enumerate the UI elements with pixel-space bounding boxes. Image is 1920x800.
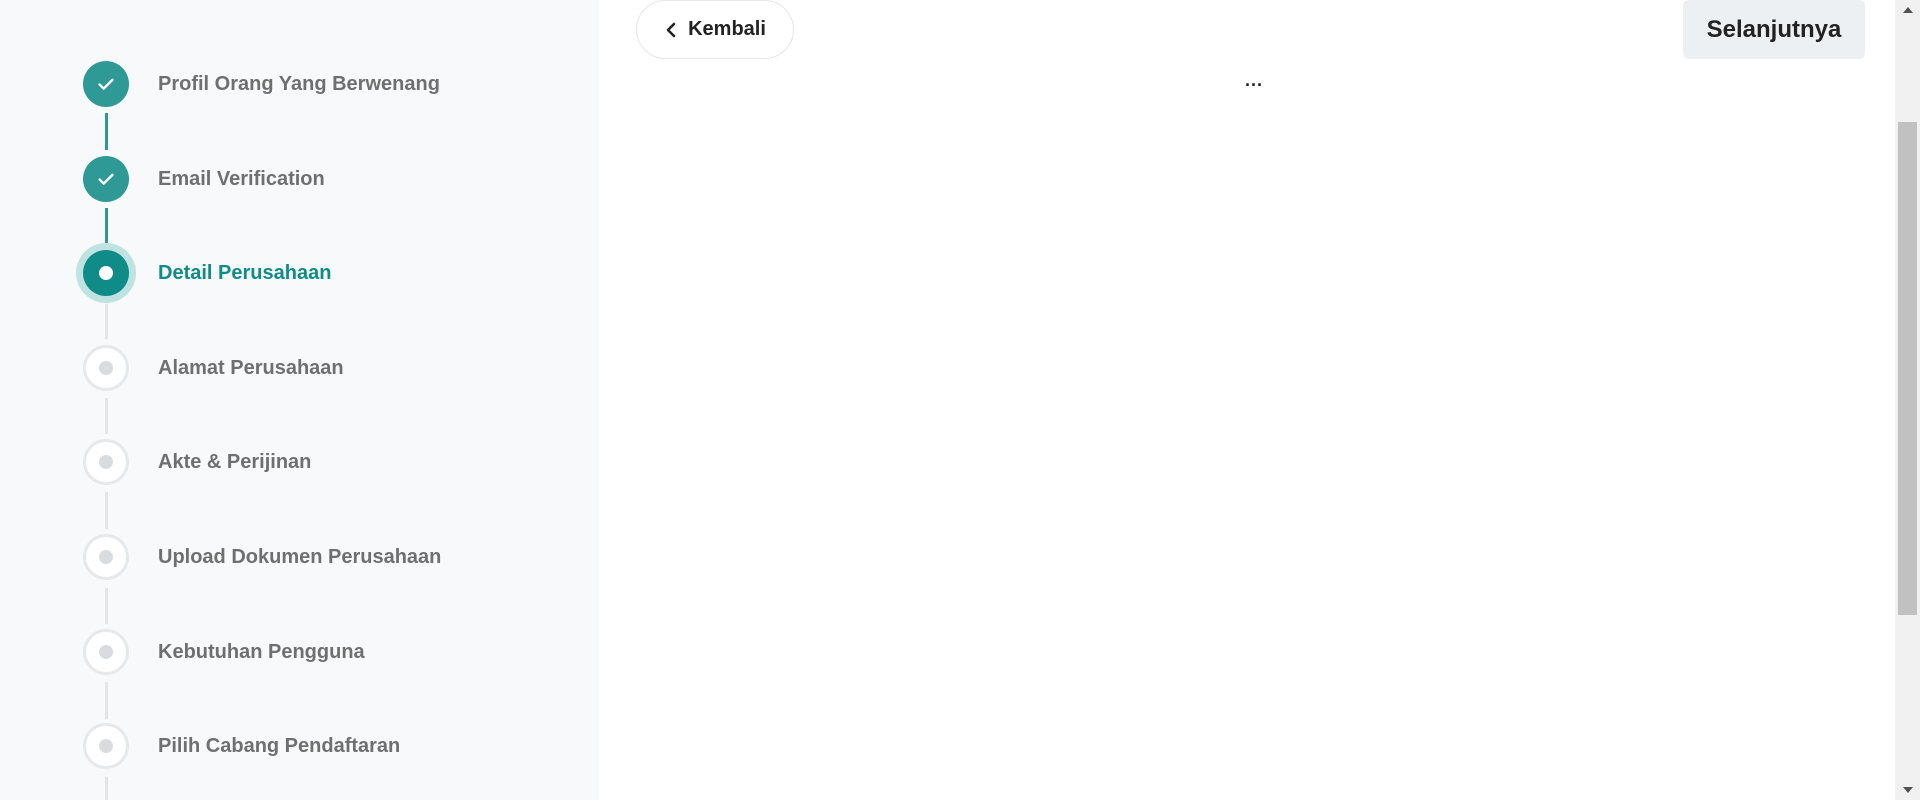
step-connector [105,492,108,529]
vertical-scrollbar[interactable] [1895,0,1920,800]
step-profil-orang-yang-berwenang[interactable]: Profil Orang Yang Berwenang [0,54,599,114]
step-pending-badge [83,439,129,485]
page: Profil Orang Yang Berwenang Email Verifi… [0,0,1920,800]
pending-dot-icon [99,550,113,564]
step-connector [105,682,108,719]
step-active-inner [83,250,129,296]
step-upload-dokumen-perusahaan[interactable]: Upload Dokumen Perusahaan [0,527,599,587]
step-email-verification[interactable]: Email Verification [0,149,599,209]
scroll-up-button[interactable] [1895,0,1920,20]
step-label: Profil Orang Yang Berwenang [158,73,440,95]
back-button[interactable]: Kembali [636,0,794,59]
step-pending-badge [83,534,129,580]
step-alamat-perusahaan[interactable]: Alamat Perusahaan [0,338,599,398]
step-pending-badge [83,629,129,675]
next-button[interactable]: Selanjutnya [1683,0,1865,59]
step-connector [105,113,108,150]
step-connector [105,208,108,244]
step-label: Upload Dokumen Perusahaan [158,546,442,568]
step-complete-badge [83,156,129,202]
step-pending-badge [83,723,129,769]
step-complete-badge [83,61,129,107]
step-detail-perusahaan[interactable]: Detail Perusahaan [0,243,599,303]
arrow-down-icon [1902,787,1913,793]
step-connector [105,398,108,434]
step-label: Detail Perusahaan [158,262,332,284]
step-connector [105,588,108,624]
step-pilih-cabang-pendaftaran[interactable]: Pilih Cabang Pendaftaran [0,716,599,776]
back-button-label: Kembali [688,18,766,40]
chevron-left-icon [666,22,676,37]
step-pending-badge [83,345,129,391]
step-active-badge [76,243,136,303]
sidebar: Profil Orang Yang Berwenang Email Verifi… [0,0,599,800]
pending-dot-icon [99,455,113,469]
step-connector [105,777,108,800]
scroll-down-button[interactable] [1895,780,1920,800]
active-dot-icon [99,266,113,280]
step-label: Akte & Perijinan [158,451,312,473]
registration-stepper: Profil Orang Yang Berwenang Email Verifi… [0,0,599,800]
step-label: Pilih Cabang Pendaftaran [158,735,401,757]
arrow-up-icon [1902,7,1913,13]
step-label: Kebutuhan Pengguna [158,641,365,663]
loading-indicator: ... [1244,70,1263,90]
step-label: Alamat Perusahaan [158,357,344,379]
step-connector [105,304,108,339]
step-kebutuhan-pengguna[interactable]: Kebutuhan Pengguna [0,622,599,682]
pending-dot-icon [99,645,113,659]
check-icon [98,78,114,90]
main-content: Kembali Selanjutnya ... [599,0,1895,800]
step-akte-perijinan[interactable]: Akte & Perijinan [0,432,599,492]
scrollbar-thumb[interactable] [1898,122,1917,615]
pending-dot-icon [99,361,113,375]
step-label: Email Verification [158,168,325,190]
check-icon [98,173,114,185]
pending-dot-icon [99,739,113,753]
